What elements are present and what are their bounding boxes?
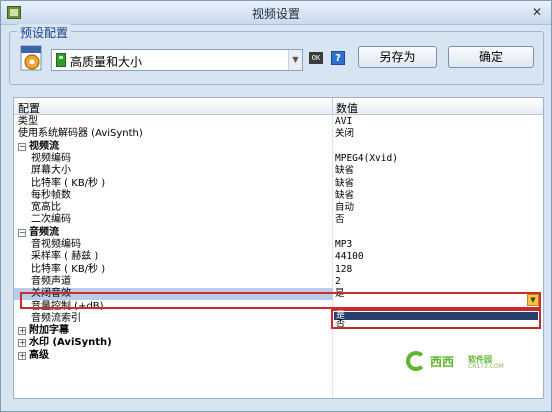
property-name: 二次编码 bbox=[31, 214, 71, 226]
collapse-icon[interactable]: − bbox=[18, 142, 26, 151]
property-row[interactable]: 使用系统解码器 (AviSynth) 关闭 bbox=[14, 128, 543, 140]
ok-icon[interactable]: OK bbox=[309, 52, 323, 64]
property-value[interactable]: 2 bbox=[335, 276, 341, 288]
header-config: 配置 bbox=[18, 102, 40, 115]
property-value[interactable]: AVI bbox=[335, 116, 352, 128]
property-name: 音视频编码 bbox=[31, 239, 81, 250]
grid-header: 配置 数值 bbox=[14, 98, 543, 115]
property-row[interactable]: 视频编码 MPEG4(Xvid) bbox=[14, 153, 543, 165]
group-row[interactable]: − 音频流 bbox=[14, 227, 543, 239]
window-title: 视频设置 bbox=[251, 7, 300, 21]
property-name: 每秒帧数 bbox=[31, 189, 71, 201]
preset-legend: 预设配置 bbox=[17, 24, 72, 41]
property-name: 视频编码 bbox=[31, 152, 71, 164]
property-value[interactable]: MP3 bbox=[335, 239, 352, 251]
property-name: 音频声道 bbox=[31, 275, 71, 287]
property-name: 高级 bbox=[29, 349, 49, 361]
save-as-button[interactable]: 另存为 bbox=[358, 46, 437, 68]
property-value[interactable]: 128 bbox=[335, 264, 352, 276]
video-settings-window: 视频设置 ✕ 预设配置 高质量和大小 ▼ OK ? 另存为 确定 配置 数值 类… bbox=[0, 0, 552, 412]
property-name: 视频流 bbox=[29, 140, 59, 152]
preset-select-value: 高质量和大小 bbox=[70, 55, 143, 69]
property-row[interactable]: 屏幕大小 缺省 bbox=[14, 165, 543, 177]
property-name: 类型 bbox=[18, 116, 38, 127]
header-value: 数值 bbox=[336, 102, 358, 115]
dropdown-arrow-icon[interactable]: ▼ bbox=[527, 294, 539, 306]
help-icon[interactable]: ? bbox=[331, 51, 345, 65]
property-row[interactable]: 宽高比 自动 bbox=[14, 202, 543, 214]
property-name: 宽高比 bbox=[31, 202, 61, 214]
property-name: 音频流索引 bbox=[31, 312, 81, 324]
chevron-down-icon[interactable]: ▼ bbox=[288, 50, 302, 70]
property-row[interactable]: 类型 AVI bbox=[14, 116, 543, 128]
property-name: 使用系统解码器 (AviSynth) bbox=[18, 128, 143, 140]
close-button[interactable]: ✕ bbox=[529, 6, 545, 20]
confirm-button[interactable]: 确定 bbox=[448, 46, 534, 68]
group-row[interactable]: − 视频流 bbox=[14, 141, 543, 153]
preset-item-icon bbox=[56, 53, 66, 67]
property-row[interactable]: 音频声道 2 bbox=[14, 276, 543, 288]
watermark-logo: 西西 软件园 CR173.COM bbox=[406, 351, 516, 373]
group-row[interactable]: + 水印 (AviSynth) bbox=[14, 337, 543, 349]
watermark-url: CR173.COM bbox=[468, 363, 504, 370]
property-name: 水印 (AviSynth) bbox=[29, 337, 112, 349]
preset-select[interactable]: 高质量和大小 ▼ bbox=[51, 49, 303, 71]
expand-icon[interactable]: + bbox=[18, 327, 26, 336]
property-value[interactable]: 否 bbox=[335, 214, 345, 226]
property-name: 屏幕大小 bbox=[31, 165, 71, 177]
property-value[interactable]: 缺省 bbox=[335, 178, 354, 190]
expand-icon[interactable]: + bbox=[18, 351, 26, 360]
title-bar: 视频设置 ✕ bbox=[1, 1, 551, 25]
property-value[interactable]: 44100 bbox=[335, 251, 364, 263]
property-name: 比特率 ( KB/秒 ) bbox=[31, 177, 106, 189]
watermark-brand: 西西 bbox=[430, 355, 455, 369]
watermark-c-icon bbox=[406, 351, 426, 371]
dropdown-option[interactable]: 否 bbox=[334, 320, 538, 329]
property-row[interactable]: 比特率 ( KB/秒 ) 128 bbox=[14, 264, 543, 276]
collapse-icon[interactable]: − bbox=[18, 228, 26, 237]
property-name: 采样率 ( 赫兹 ) bbox=[31, 251, 99, 263]
value-dropdown-list[interactable]: 是 否 bbox=[331, 309, 541, 329]
property-value[interactable]: MPEG4(Xvid) bbox=[335, 153, 398, 165]
property-row[interactable]: 二次编码 否 bbox=[14, 214, 543, 226]
property-row[interactable]: 音视频编码 MP3 bbox=[14, 239, 543, 251]
property-row[interactable]: 每秒帧数 缺省 bbox=[14, 190, 543, 202]
expand-icon[interactable]: + bbox=[18, 339, 26, 348]
property-value[interactable]: 缺省 bbox=[335, 190, 354, 202]
property-value[interactable]: 缺省 bbox=[335, 165, 354, 177]
selection-highlight bbox=[20, 292, 541, 309]
property-value[interactable]: 自动 bbox=[335, 202, 354, 214]
property-name: 音频流 bbox=[29, 226, 59, 238]
avi-file-icon bbox=[20, 45, 42, 71]
property-row[interactable]: 采样率 ( 赫兹 ) 44100 bbox=[14, 251, 543, 263]
dropdown-option[interactable]: 是 bbox=[334, 312, 538, 321]
property-row[interactable]: 比特率 ( KB/秒 ) 缺省 bbox=[14, 178, 543, 190]
property-value[interactable]: 关闭 bbox=[335, 128, 354, 140]
property-name: 附加字幕 bbox=[29, 325, 69, 337]
property-name: 比特率 ( KB/秒 ) bbox=[31, 263, 106, 275]
column-divider[interactable] bbox=[332, 98, 333, 115]
